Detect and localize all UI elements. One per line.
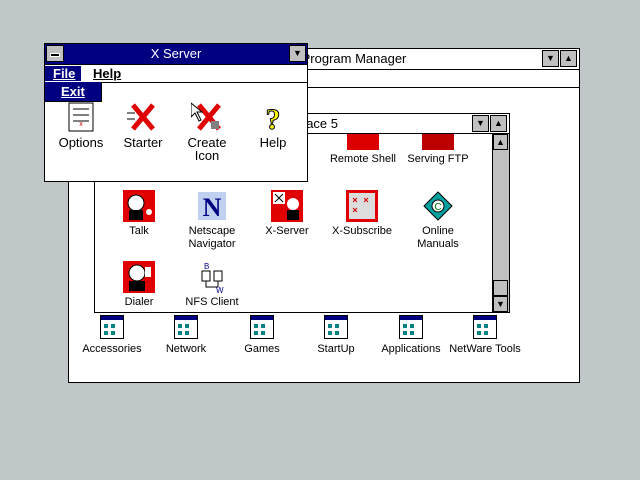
svg-text:N: N — [203, 193, 222, 222]
icon-dialer[interactable]: Dialer — [105, 261, 173, 309]
icon-nfs-client[interactable]: BW NFS Client — [177, 261, 247, 309]
group-icon — [473, 315, 497, 339]
xserver-window: X Server ▼ File Help Exit x Options Star… — [44, 43, 308, 182]
svg-text:W: W — [216, 286, 224, 293]
group-label: StartUp — [317, 343, 355, 355]
menu-file[interactable]: File — [45, 66, 82, 81]
scroll-up-arrow[interactable]: ▲ — [493, 134, 508, 150]
xserver-minimize-button[interactable]: ▼ — [289, 45, 306, 62]
starter-icon — [127, 101, 159, 133]
group-label: Network — [165, 343, 207, 355]
icon-label: Serving FTP — [407, 153, 469, 165]
online-manuals-icon: C — [422, 190, 454, 222]
minimize-button[interactable]: ▼ — [542, 50, 559, 67]
xserver-titlebar[interactable]: X Server — [45, 44, 307, 65]
x-subscribe-icon — [346, 190, 378, 222]
icon-label: NFS Client — [185, 296, 239, 308]
svg-text:B: B — [204, 262, 209, 271]
nfs-client-icon: BW — [196, 261, 228, 295]
icon-label: Create Icon — [187, 135, 227, 163]
svg-text:x: x — [79, 121, 83, 128]
icon-label: X-Server — [265, 225, 309, 237]
icon-label: Options — [58, 135, 104, 150]
group-icon — [399, 315, 423, 339]
group-icon — [100, 315, 124, 339]
group-icon — [250, 315, 274, 339]
group-icon — [324, 315, 348, 339]
workplace-minimize-button[interactable]: ▼ — [472, 115, 489, 132]
dialer-icon — [123, 261, 155, 293]
remote-shell-icon — [347, 134, 379, 150]
group-netware-tools[interactable]: NetWare Tools — [449, 315, 521, 356]
group-label: Games — [244, 343, 280, 355]
maximize-button[interactable]: ▲ — [560, 50, 577, 67]
group-games[interactable]: Games — [227, 315, 297, 356]
icon-label: Help — [259, 135, 287, 150]
icon-netscape-navigator[interactable]: N Netscape Navigator — [173, 190, 251, 251]
icon-create-icon[interactable]: Create Icon — [179, 101, 235, 162]
icon-x-subscribe[interactable]: X-Subscribe — [325, 190, 399, 238]
group-label: Applications — [381, 343, 441, 355]
icon-label: Netscape Navigator — [188, 225, 236, 250]
netscape-icon: N — [196, 190, 228, 222]
icon-label: X-Subscribe — [332, 225, 392, 237]
serving-ftp-icon — [422, 134, 454, 150]
group-network[interactable]: Network — [151, 315, 221, 356]
group-label: Accessories — [82, 343, 142, 355]
group-label: NetWare Tools — [449, 343, 521, 355]
program-manager-title: Program Manager — [301, 51, 407, 66]
scroll-thumb[interactable] — [493, 280, 508, 296]
menu-help[interactable]: Help — [89, 66, 125, 81]
icon-label: Remote Shell — [329, 153, 397, 165]
icon-online-manuals[interactable]: C Online Manuals — [405, 190, 471, 251]
icon-label: Talk — [129, 225, 149, 237]
icon-label: Dialer — [124, 296, 154, 308]
icon-label: Online Manuals — [417, 225, 459, 250]
xserver-title: X Server — [150, 46, 202, 61]
workplace-maximize-button[interactable]: ▲ — [490, 115, 507, 132]
group-startup[interactable]: StartUp — [301, 315, 371, 356]
workplace-vertical-scrollbar[interactable]: ▲ ▼ — [492, 134, 509, 312]
icon-remote-shell[interactable]: Remote Shell — [323, 134, 403, 166]
scroll-down-arrow[interactable]: ▼ — [493, 296, 508, 312]
system-menu-button[interactable] — [46, 45, 64, 62]
create-icon-icon — [190, 101, 223, 133]
icon-starter[interactable]: Starter — [115, 101, 171, 149]
menu-item-exit[interactable]: Exit — [61, 84, 85, 99]
icon-talk[interactable]: Talk — [105, 190, 173, 238]
svg-text:?: ? — [266, 103, 281, 133]
svg-text:C: C — [434, 202, 441, 213]
group-icon — [174, 315, 198, 339]
x-server-icon — [271, 190, 303, 222]
icon-x-server[interactable]: X-Server — [255, 190, 319, 238]
options-icon: x — [65, 101, 97, 133]
icon-options[interactable]: x Options — [53, 101, 109, 149]
icon-help[interactable]: ? Help — [245, 101, 301, 150]
talk-icon — [123, 190, 155, 222]
icon-serving-ftp[interactable]: Serving FTP — [401, 134, 475, 166]
help-icon: ? — [257, 101, 289, 137]
group-accessories[interactable]: Accessories — [77, 315, 147, 356]
icon-label: Starter — [123, 135, 163, 150]
file-dropdown-menu: Exit — [45, 82, 102, 102]
group-applications[interactable]: Applications — [375, 315, 447, 356]
xserver-menubar: File Help — [45, 65, 307, 83]
